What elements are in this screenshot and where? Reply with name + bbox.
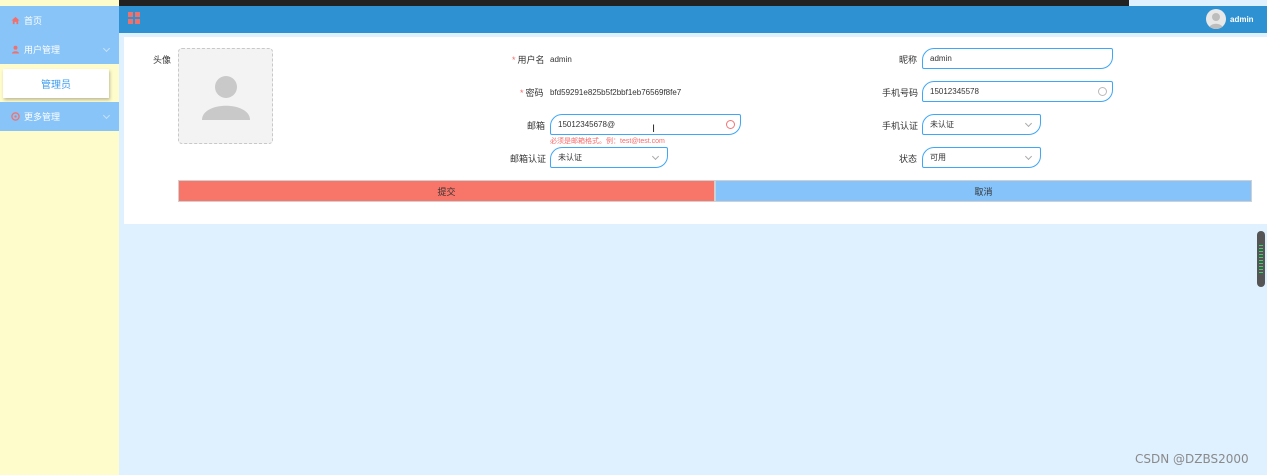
chevron-down-icon [102,111,111,120]
email-verify-select[interactable]: 未认证 [550,147,668,168]
nickname-label: 昵称 [899,55,918,65]
phone-input[interactable]: 15012345578 [922,81,1113,102]
avatar-upload[interactable] [178,48,273,144]
grid-icon[interactable] [128,12,140,24]
password-label: * 密码 [520,88,544,98]
user-icon [11,45,20,54]
phone-verify-label: 手机认证 [882,121,919,131]
sidebar-subitem-admin[interactable]: 管理员 [3,69,109,98]
clear-icon[interactable] [1098,87,1107,96]
user-form-card: 头像 * 用户名 admin 昵称 admin * 密码 bfd59291e825b… [124,37,1267,224]
chevron-down-icon [1024,152,1033,161]
watermark: CSDN @DZBS2000 [1135,452,1249,466]
scrollbar[interactable] [1257,231,1265,287]
status-select[interactable]: 可用 [922,147,1041,168]
avatar-placeholder-icon [201,76,250,120]
home-icon [11,16,20,25]
username-value: admin [550,55,572,64]
submit-button[interactable]: 提交 [178,180,715,202]
top-header: admin [119,6,1267,33]
clear-icon[interactable] [726,120,735,129]
email-error-message: 必须是邮箱格式。例：test@test.com [550,138,665,145]
password-value: bfd59291e825b5f2bbf1eb76569f8fe7 [550,88,682,97]
header-username[interactable]: admin [1230,15,1254,24]
chevron-down-icon [1024,119,1033,128]
chevron-down-icon [651,152,660,161]
sidebar-item-label: 更多管理 [24,112,61,122]
text-cursor-icon: I [652,123,656,135]
email-input[interactable]: 15012345678@ [550,114,741,135]
nickname-input[interactable]: admin [922,48,1113,69]
avatar-label: 头像 [153,55,172,65]
user-avatar-icon [1209,13,1223,29]
cancel-button[interactable]: 取消 [715,180,1252,202]
sidebar-item-home[interactable]: 首页 [0,6,119,35]
status-label: 状态 [899,154,918,164]
avatar[interactable] [1206,9,1226,29]
email-label: 邮箱 [527,121,546,131]
sidebar-item-user-management[interactable]: 用户管理 [0,35,119,64]
more-icon [11,112,20,121]
email-verify-label: 邮箱认证 [510,154,547,164]
sidebar-item-label: 用户管理 [24,45,61,55]
phone-label: 手机号码 [882,88,919,98]
sidebar-item-more-management[interactable]: 更多管理 [0,102,119,131]
phone-verify-select[interactable]: 未认证 [922,114,1041,135]
chevron-down-icon [102,44,111,53]
sidebar-item-label: 首页 [24,16,43,26]
username-label: * 用户名 [512,55,545,65]
sidebar: 首页 用户管理 管理员 更多管理 [0,0,119,475]
